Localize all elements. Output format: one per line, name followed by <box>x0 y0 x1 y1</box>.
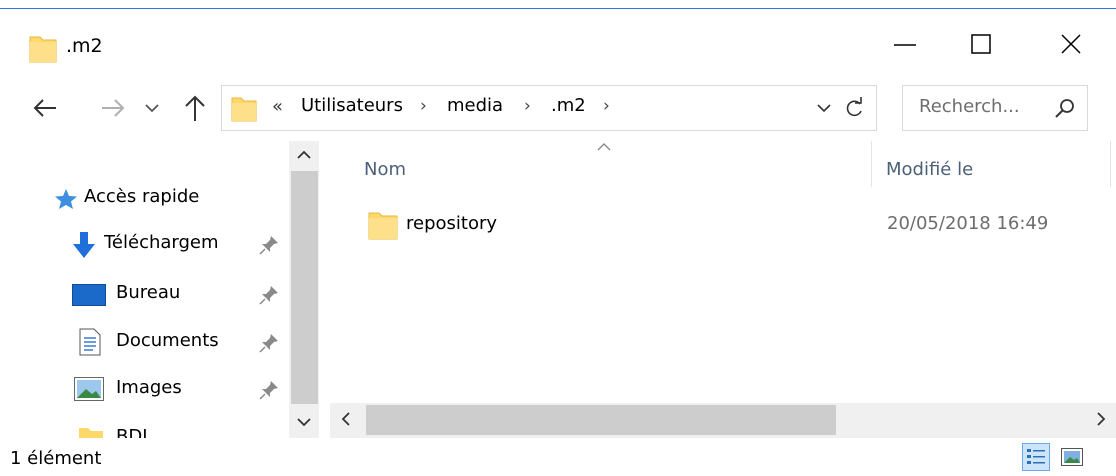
scrollbar-thumb[interactable] <box>291 171 318 404</box>
minimize-button[interactable] <box>869 21 941 67</box>
sidebar-item-label: Accès rapide <box>84 186 200 207</box>
sidebar-item-acces-rapide[interactable]: Accès rapide <box>0 180 285 216</box>
scrollbar-thumb[interactable] <box>366 405 836 435</box>
large-icons-view-icon <box>1061 448 1083 466</box>
sidebar-item-bdi[interactable]: BDI <box>0 420 285 438</box>
address-bar[interactable]: « Utilisateurs › media › .m2 › <box>221 85 877 131</box>
breadcrumb-separator[interactable]: › <box>524 96 531 116</box>
column-divider[interactable] <box>871 141 872 187</box>
scroll-left-icon[interactable] <box>340 411 352 427</box>
sidebar-item-label: Images <box>116 377 182 398</box>
download-arrow-icon <box>73 232 95 258</box>
pin-icon[interactable] <box>258 284 280 306</box>
back-button[interactable] <box>30 93 60 123</box>
item-modified-date: 20/05/2018 16:49 <box>887 213 1049 234</box>
sidebar-item-label: Téléchargem <box>104 232 219 253</box>
large-icons-view-button[interactable] <box>1058 443 1086 471</box>
arrow-right-icon <box>102 99 125 117</box>
folder-icon <box>231 94 257 126</box>
sidebar-item-documents[interactable]: Documents <box>0 324 285 360</box>
sidebar-item-images[interactable]: Images <box>0 371 285 407</box>
search-box[interactable]: Recherch... <box>902 85 1088 131</box>
breadcrumb-utilisateurs[interactable]: Utilisateurs <box>301 95 403 116</box>
address-dropdown-button[interactable] <box>814 98 834 118</box>
document-icon <box>79 328 101 356</box>
navigation-pane: Accès rapide Téléchargem Bureau Document… <box>0 141 323 438</box>
close-icon <box>1061 34 1081 54</box>
folder-icon <box>29 33 57 67</box>
sidebar-item-bureau[interactable]: Bureau <box>0 276 285 312</box>
search-icon[interactable] <box>1053 96 1077 120</box>
close-button[interactable] <box>1035 21 1107 67</box>
up-button[interactable] <box>180 92 210 124</box>
picture-icon <box>74 377 104 401</box>
scroll-up-icon[interactable] <box>297 149 311 161</box>
item-count: 1 élément <box>10 448 102 469</box>
status-bar: 1 élément <box>0 438 1116 476</box>
desktop-icon <box>72 284 106 306</box>
details-view-button[interactable] <box>1022 443 1050 471</box>
column-header-modified[interactable]: Modifié le <box>886 159 973 180</box>
star-icon <box>55 189 77 209</box>
overflow-chevrons[interactable]: « <box>272 96 283 117</box>
sidebar-item-telechargements[interactable]: Téléchargem <box>0 226 285 262</box>
maximize-button[interactable] <box>945 21 1017 67</box>
arrow-left-icon <box>33 99 56 117</box>
recent-locations-button[interactable] <box>142 95 162 121</box>
refresh-icon <box>846 97 862 117</box>
list-item[interactable]: repository 20/05/2018 16:49 <box>330 199 1116 259</box>
title-bar: .m2 <box>0 9 1116 75</box>
pin-icon[interactable] <box>258 234 280 256</box>
folder-icon <box>368 212 398 240</box>
file-list-scrollbar[interactable] <box>330 403 1116 438</box>
window-title: .m2 <box>66 35 103 57</box>
sidebar-item-label: Documents <box>116 330 219 351</box>
navigation-pane-scrollbar[interactable] <box>289 141 319 438</box>
arrow-up-icon <box>185 95 205 121</box>
maximize-icon <box>971 34 991 54</box>
breadcrumb-separator[interactable]: › <box>420 96 427 116</box>
pin-icon[interactable] <box>258 379 280 401</box>
breadcrumb-media[interactable]: media <box>447 95 503 116</box>
scroll-right-icon[interactable] <box>1095 411 1107 427</box>
sidebar-item-label: Bureau <box>116 282 181 303</box>
pin-icon[interactable] <box>258 332 280 354</box>
scroll-down-icon[interactable] <box>297 416 311 428</box>
column-header-name[interactable]: Nom <box>364 159 406 180</box>
forward-button[interactable] <box>98 93 128 123</box>
breadcrumb-m2[interactable]: .m2 <box>551 95 586 116</box>
breadcrumb-separator[interactable]: › <box>603 96 610 116</box>
search-input[interactable]: Recherch... <box>919 96 1020 117</box>
column-header-row: Nom Modifié le <box>330 141 1116 195</box>
sidebar-item-label: BDI <box>116 426 148 438</box>
sort-ascending-icon <box>597 143 611 151</box>
folder-icon <box>79 428 103 438</box>
chevron-down-icon <box>817 104 831 113</box>
minimize-icon <box>894 44 916 46</box>
column-divider[interactable] <box>1110 141 1111 187</box>
refresh-button[interactable] <box>842 95 866 121</box>
item-name: repository <box>406 213 498 234</box>
chevron-down-icon <box>145 104 159 113</box>
details-view-icon <box>1027 449 1045 464</box>
